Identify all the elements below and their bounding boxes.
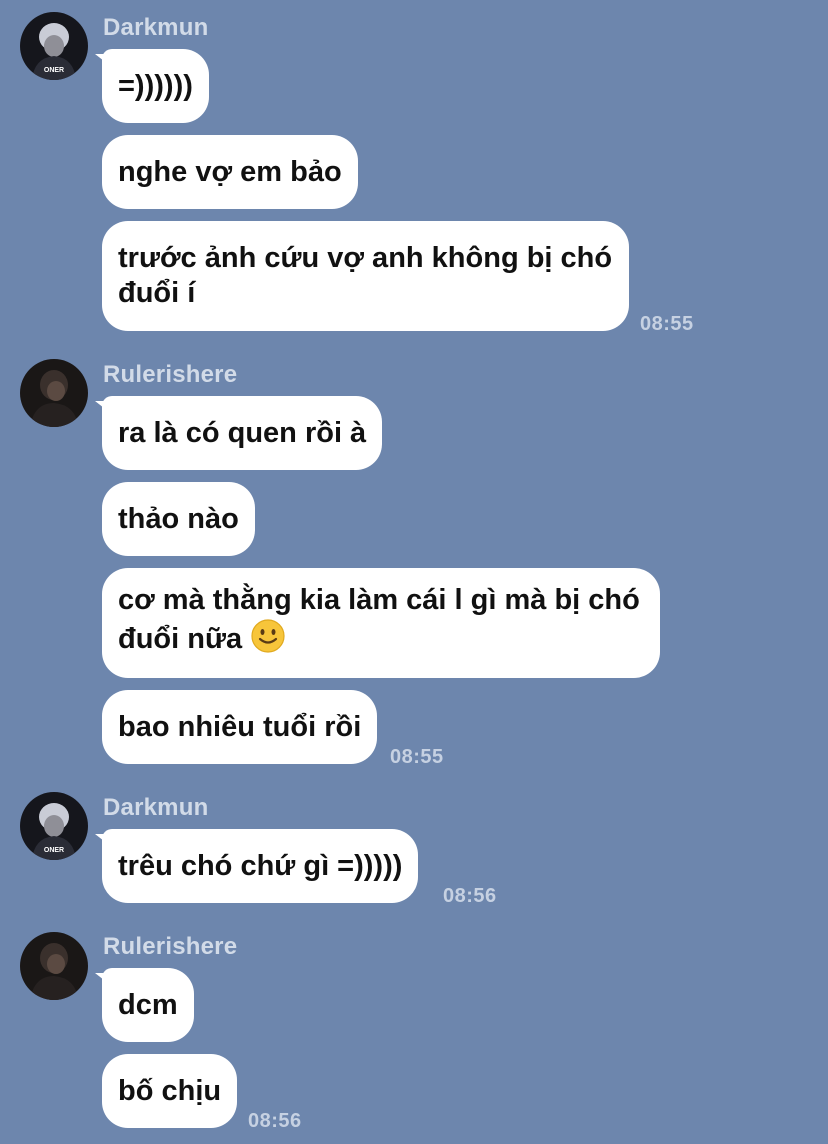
message-bubble[interactable]: bao nhiêu tuổi rồi [102, 690, 378, 764]
message-timestamp: 08:56 [248, 1110, 302, 1132]
message-text: ra là có quen rồi à [118, 416, 367, 449]
avatar-logo-text: ONER [44, 67, 64, 74]
message-bubble[interactable]: =)))))) [102, 49, 209, 123]
message-timestamp: 08:55 [390, 746, 444, 768]
avatar-logo-text: ONER [44, 847, 64, 854]
message-bubble[interactable]: ra là có quen rồi à [102, 396, 383, 470]
message-bubble[interactable]: thảo nào [102, 482, 255, 556]
message-bubble[interactable]: trước ảnh cứu vợ anh không bị chó đuổi í [102, 221, 629, 331]
avatar-rulerishere[interactable] [20, 359, 88, 427]
message-text: bố chịu [118, 1074, 222, 1107]
message-timestamp: 08:55 [640, 313, 694, 335]
message-bubble[interactable]: nghe vợ em bảo [102, 135, 358, 209]
message-bubble[interactable]: bố chịu [102, 1054, 238, 1128]
message-text: cơ mà thằng kia làm cái l gì mà bị chó đ… [118, 583, 644, 663]
message-text: trêu chó chứ gì =))))) [118, 849, 403, 882]
message-timestamp: 08:56 [443, 885, 497, 907]
sender-name: Darkmun [103, 794, 209, 821]
sender-name: Rulerishere [103, 361, 238, 388]
avatar-darkmun[interactable]: ONER [20, 792, 88, 860]
message-bubble[interactable]: dcm [102, 968, 194, 1042]
avatar-rulerishere[interactable] [20, 932, 88, 1000]
message-text-content: cơ mà thằng kia làm cái l gì mà bị chó đ… [118, 584, 640, 656]
message-bubble[interactable]: cơ mà thằng kia làm cái l gì mà bị chó đ… [102, 568, 660, 678]
message-text: trước ảnh cứu vợ anh không bị chó đuổi í [118, 242, 613, 309]
avatar-image [20, 359, 88, 427]
slightly-smiling-face-icon [250, 618, 286, 663]
message-text: =)))))) [118, 69, 193, 102]
message-text: nghe vợ em bảo [118, 155, 342, 188]
avatar-image: ONER [20, 792, 88, 860]
avatar-image [20, 932, 88, 1000]
message-text: bao nhiêu tuổi rồi [118, 710, 362, 743]
avatar-image: ONER [20, 12, 88, 80]
sender-name: Rulerishere [103, 933, 238, 960]
message-text: dcm [118, 988, 178, 1021]
message-text: thảo nào [118, 502, 239, 535]
message-bubble[interactable]: trêu chó chứ gì =))))) [102, 829, 419, 903]
sender-name: Darkmun [103, 14, 209, 41]
avatar-darkmun[interactable]: ONER [20, 12, 88, 80]
